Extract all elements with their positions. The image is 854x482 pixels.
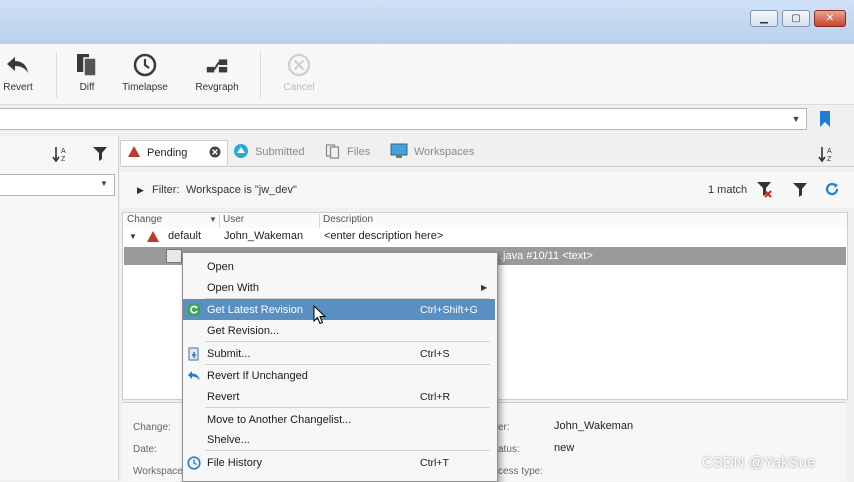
pending-icon: [127, 145, 141, 161]
menu-item-get-latest-revision[interactable]: Get Latest Revision Ctrl+Shift+G: [183, 299, 495, 320]
toolbar-separator: [260, 52, 261, 98]
menu-item-revert-if-unchanged[interactable]: Revert If Unchanged: [183, 365, 495, 386]
workspace-label: Workspace: [133, 466, 183, 477]
user-label: er:: [498, 422, 510, 433]
menu-item-open-with[interactable]: Open With ▶: [183, 277, 495, 298]
description-cell: <enter description here>: [324, 230, 444, 242]
expand-filter-icon[interactable]: ▶: [137, 185, 144, 196]
svg-text:A: A: [827, 148, 832, 155]
left-pane-dropdown[interactable]: ▼: [0, 174, 115, 196]
tab-bar: [120, 136, 854, 167]
revert-icon: [187, 369, 201, 383]
watermark: CSDN @YakSue: [702, 454, 816, 471]
menu-item-shelve[interactable]: Shelve...: [183, 429, 495, 450]
revgraph-button[interactable]: Revgraph: [189, 52, 245, 93]
menu-item-open[interactable]: Open: [183, 256, 495, 277]
tab-files[interactable]: Files: [325, 140, 370, 164]
minimize-icon: ▁: [760, 13, 768, 24]
toolbar-separator: [56, 52, 57, 98]
status-value: new: [554, 442, 575, 454]
menu-item-revert[interactable]: Revert Ctrl+R: [183, 386, 495, 407]
maximize-button[interactable]: ▢: [782, 10, 810, 27]
tab-label: Workspaces: [414, 146, 475, 158]
column-header-description[interactable]: Description: [320, 214, 847, 228]
svg-text:A: A: [61, 148, 66, 155]
collapse-icon[interactable]: ▼: [129, 232, 137, 241]
svg-text:Z: Z: [61, 156, 66, 163]
close-icon: ✕: [825, 13, 835, 24]
pending-icon: [146, 230, 160, 246]
maximize-icon: ▢: [791, 13, 801, 24]
bookmark-icon[interactable]: [818, 110, 832, 131]
submitted-icon: [233, 143, 249, 162]
menu-separator: [205, 407, 490, 408]
revgraph-icon: [204, 52, 230, 78]
revert-label: Revert: [3, 82, 33, 93]
user-value: John_Wakeman: [554, 420, 634, 432]
timelapse-button[interactable]: Timelapse: [117, 52, 173, 93]
submenu-arrow-icon: ▶: [481, 283, 488, 292]
change-label: Change:: [133, 422, 171, 433]
menu-separator: [205, 341, 490, 342]
match-count: 1 match: [708, 184, 748, 196]
sort-icon[interactable]: AZ: [818, 145, 838, 166]
timelapse-label: Timelapse: [122, 82, 168, 93]
change-cell: default: [168, 230, 202, 242]
clock-icon: [132, 52, 158, 78]
submit-icon: [187, 347, 201, 361]
minimize-button[interactable]: ▁: [750, 10, 778, 27]
user-cell: John_Wakeman: [224, 230, 304, 242]
date-label: Date:: [133, 444, 157, 455]
sort-icon[interactable]: AZ: [52, 145, 72, 166]
svg-text:Z: Z: [827, 156, 832, 163]
file-icon: [166, 249, 182, 263]
cancel-label: Cancel: [283, 82, 315, 93]
chevron-down-icon[interactable]: ▼: [788, 110, 804, 128]
path-input[interactable]: [0, 108, 807, 130]
tab-label: Submitted: [255, 146, 305, 158]
menu-separator: [205, 450, 490, 451]
tab-submitted[interactable]: Submitted: [233, 140, 305, 164]
revgraph-label: Revgraph: [195, 82, 239, 93]
diff-icon: [74, 52, 100, 78]
revert-icon: [5, 52, 31, 78]
mouse-cursor-icon: [313, 304, 327, 328]
menu-item-move-to-changelist[interactable]: Move to Another Changelist...: [183, 409, 495, 430]
file-revision-text: .java #10/11 <text>: [500, 250, 593, 262]
tab-workspaces[interactable]: Workspaces: [390, 140, 474, 164]
revert-button[interactable]: Revert: [0, 52, 46, 93]
filter-icon[interactable]: [792, 182, 810, 201]
filter-label: Filter:: [152, 184, 180, 196]
menu-item-get-revision[interactable]: Get Revision...: [183, 320, 495, 341]
clear-filter-icon[interactable]: [756, 181, 774, 202]
refresh-icon[interactable]: [824, 181, 840, 200]
access-type-label: cess type:: [498, 466, 544, 477]
cancel-button[interactable]: Cancel: [271, 52, 327, 93]
status-label: atus:: [498, 444, 520, 455]
menu-item-submit[interactable]: Submit... Ctrl+S: [183, 343, 495, 364]
column-header-user[interactable]: User: [220, 214, 320, 228]
chevron-down-icon: ▼: [100, 179, 108, 188]
get-latest-icon: [187, 303, 201, 317]
cancel-icon: [286, 52, 312, 78]
close-icon[interactable]: [209, 146, 221, 161]
column-header-change[interactable]: Change ▼: [124, 214, 220, 228]
diff-label: Diff: [79, 82, 95, 93]
window-title-bar: [0, 0, 854, 44]
close-button[interactable]: ✕: [814, 10, 846, 27]
menu-item-file-history[interactable]: File History Ctrl+T: [183, 452, 495, 473]
clock-icon: [187, 455, 201, 470]
filter-icon[interactable]: [92, 146, 110, 165]
files-icon: [325, 143, 341, 162]
monitor-icon: [390, 143, 408, 162]
filter-text[interactable]: Workspace is "jw_dev": [186, 184, 297, 196]
sort-desc-icon: ▼: [209, 215, 217, 224]
tab-label: Files: [347, 146, 371, 158]
diff-button[interactable]: Diff: [59, 52, 115, 93]
tab-pending[interactable]: Pending: [120, 140, 229, 165]
tab-label: Pending: [147, 147, 188, 159]
